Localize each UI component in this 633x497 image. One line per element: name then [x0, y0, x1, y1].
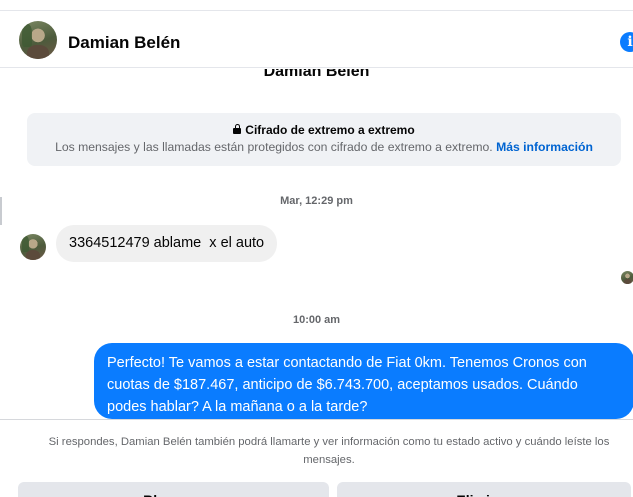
message-timestamp: Mar, 12:29 pm — [280, 195, 353, 207]
delete-button[interactable]: Eliminar — [337, 482, 631, 497]
contact-name[interactable]: Damian Belén — [68, 33, 180, 53]
encryption-title: Cifrado de extremo a extremo — [27, 123, 621, 137]
encryption-description: Los mensajes y las llamadas están proteg… — [55, 140, 493, 154]
encryption-title-text: Cifrado de extremo a extremo — [245, 123, 415, 137]
encryption-notice: Cifrado de extremo a extremo Los mensaje… — [27, 113, 621, 166]
incoming-message[interactable]: 3364512479 ablame x el auto — [56, 225, 278, 262]
seen-indicator-avatar — [621, 271, 633, 284]
message-thread[interactable]: Damian Belén Cifrado de extremo a extrem… — [0, 69, 633, 419]
thread-title: Damian Belén — [263, 69, 370, 80]
scrollbar[interactable] — [0, 197, 2, 225]
message-timestamp: 10:00 am — [292, 314, 341, 326]
sender-avatar[interactable] — [20, 234, 46, 260]
lock-icon — [233, 124, 242, 134]
contact-avatar[interactable] — [19, 21, 57, 59]
outgoing-message[interactable]: Perfecto! Te vamos a estar contactando d… — [94, 343, 633, 419]
encryption-text: Los mensajes y las llamadas están proteg… — [27, 140, 621, 154]
block-button[interactable]: Bloquear — [18, 482, 329, 497]
conversation-header: Damian Belén i — [0, 10, 633, 68]
info-icon[interactable]: i — [620, 32, 633, 52]
message-request-footer: Si respondes, Damian Belén también podrá… — [0, 419, 633, 497]
call-permission-notice: Si respondes, Damian Belén también podrá… — [48, 436, 610, 466]
more-info-link[interactable]: Más información — [496, 140, 593, 154]
